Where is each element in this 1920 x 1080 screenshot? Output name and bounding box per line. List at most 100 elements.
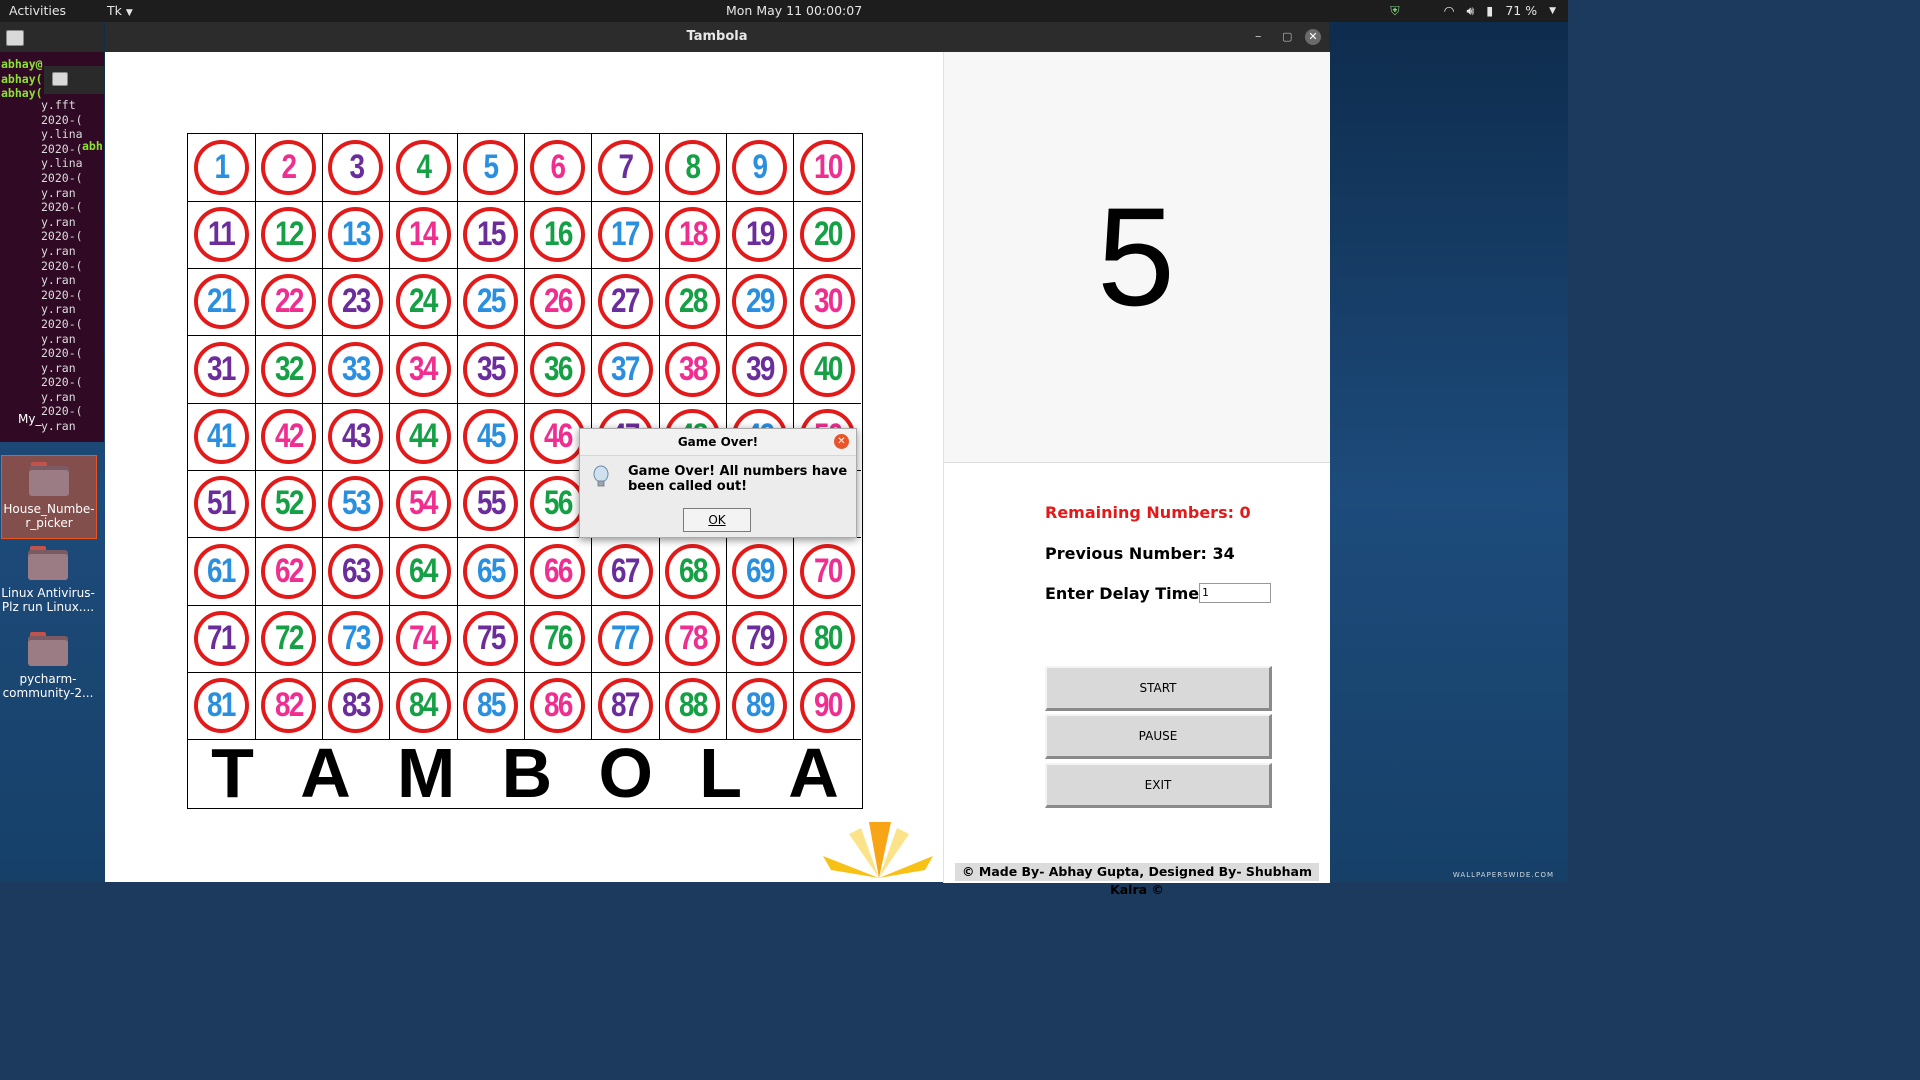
board-number: 74 — [409, 618, 438, 657]
board-cell: 83 — [322, 672, 391, 741]
terminal-output: y.fft 2020-(y.lina 2020-(y.lina 2020-(y.ran… — [41, 98, 83, 434]
new-tab-icon[interactable] — [52, 72, 68, 86]
board-cell: 36 — [524, 335, 593, 404]
desktop-icon-house-number-picker[interactable]: House_Numbe-r_picker — [1, 455, 97, 539]
terminal-line: 2020-( — [41, 112, 83, 127]
number-ring: 54 — [395, 476, 451, 532]
board-number: 24 — [409, 282, 438, 321]
board-cell: 74 — [389, 605, 458, 673]
number-ring: 85 — [463, 678, 519, 734]
board-cell: 29 — [726, 268, 795, 337]
board-number: 28 — [678, 282, 708, 321]
tambola-letter: O — [598, 734, 653, 812]
top-bar: Activities Tk ▼ Mon May 11 00:00:07 ⛨ ◠ … — [0, 0, 1568, 22]
board-number: 55 — [476, 484, 506, 523]
board-number: 43 — [342, 417, 371, 456]
number-ring: 44 — [395, 409, 451, 465]
number-ring: 83 — [328, 678, 384, 734]
board-cell: 71 — [188, 605, 256, 673]
terminal-window[interactable]: abhay@ abhay( abhay( y.fft 2020-(y.lina 20… — [0, 52, 104, 442]
system-tray[interactable]: ⛨ ◠ 🔊︎ ▮ 71 % ▼ — [1390, 0, 1556, 22]
board-number: 90 — [813, 686, 843, 725]
board-cell: 41 — [188, 403, 256, 471]
close-icon[interactable]: ✕ — [1305, 29, 1321, 45]
clock[interactable]: Mon May 11 00:00:07 — [726, 0, 862, 22]
number-ring: 21 — [193, 274, 249, 330]
board-number: 85 — [476, 686, 506, 725]
app-menu[interactable]: Tk ▼ — [107, 0, 133, 24]
board-cell: 86 — [524, 672, 593, 741]
activities-button[interactable]: Activities — [9, 0, 66, 22]
ok-button[interactable]: OK — [683, 508, 751, 532]
number-ring: 38 — [664, 341, 720, 397]
board-number: 89 — [745, 686, 775, 725]
board-number: 8 — [685, 147, 702, 186]
board-number: 12 — [274, 215, 304, 254]
terminal-prompt: abhay( — [1, 71, 43, 86]
board-cell: 26 — [524, 268, 593, 337]
board-cell: 11 — [188, 201, 256, 270]
terminal-side-text: abh — [82, 139, 103, 153]
board-number: 77 — [611, 618, 640, 657]
board-cell: 81 — [188, 672, 256, 741]
terminal-line: 2020-( — [41, 287, 83, 302]
board-cell: 13 — [322, 201, 391, 270]
board-number: 3 — [349, 147, 365, 186]
board-number: 11 — [208, 215, 236, 254]
number-ring: 19 — [732, 207, 788, 263]
number-ring: 81 — [193, 678, 249, 734]
board-number: 82 — [274, 686, 304, 725]
board-number: 5 — [483, 147, 500, 186]
board-cell: 67 — [591, 537, 660, 606]
board-number: 45 — [476, 417, 506, 456]
number-ring: 77 — [597, 610, 653, 666]
number-ring: 11 — [193, 207, 249, 263]
board-number: 62 — [274, 551, 304, 590]
board-cell: 27 — [591, 268, 660, 337]
start-button[interactable]: START — [1045, 666, 1272, 711]
board-cell: 8 — [659, 134, 727, 202]
minimize-icon[interactable]: – — [1255, 22, 1262, 52]
board-cell: 43 — [322, 403, 391, 471]
number-ring: 23 — [328, 274, 384, 330]
number-ring: 27 — [597, 274, 653, 330]
number-ring: 71 — [193, 610, 249, 666]
board-cell: 25 — [457, 268, 525, 337]
desktop-icon-linux-antivirus[interactable]: Linux Antivirus-Plz run Linux.... — [1, 546, 95, 616]
number-ring: 45 — [463, 409, 519, 465]
board-number: 44 — [409, 417, 438, 456]
terminal-line: y.lina — [41, 127, 83, 142]
number-ring: 46 — [530, 409, 586, 465]
window-titlebar[interactable]: Tambola – ▢ ✕ — [105, 22, 1329, 52]
previous-number-label: Previous Number: 34 — [1045, 544, 1235, 563]
maximize-icon[interactable]: ▢ — [1282, 22, 1292, 52]
desktop-icon-label: House_Numbe-r_picker — [3, 502, 95, 530]
number-ring: 31 — [193, 341, 249, 397]
desktop-icon-pycharm[interactable]: pycharm-community-2... — [1, 632, 95, 702]
starburst-decoration — [823, 822, 933, 878]
folder-icon — [29, 462, 69, 496]
delay-time-input[interactable]: 1 — [1199, 583, 1271, 603]
board-number: 30 — [813, 282, 843, 321]
dialog-close-icon[interactable]: ✕ — [834, 434, 849, 449]
pause-button[interactable]: PAUSE — [1045, 714, 1272, 759]
board-cell: 34 — [389, 335, 458, 404]
board-number: 2 — [281, 147, 298, 186]
wallpaper-watermark: WALLPAPERSWIDE.COM — [1452, 871, 1554, 879]
board-number: 64 — [409, 551, 438, 590]
board-cell: 84 — [389, 672, 458, 741]
board-number: 20 — [813, 215, 843, 254]
board-number: 87 — [611, 686, 640, 725]
board-cell: 5 — [457, 134, 525, 202]
dialog-message: Game Over! All numbers have been called … — [628, 464, 848, 494]
board-number: 26 — [544, 282, 573, 321]
board-number: 35 — [476, 349, 506, 388]
exit-button[interactable]: EXIT — [1045, 763, 1272, 808]
board-cell: 79 — [726, 605, 795, 673]
new-tab-icon[interactable] — [6, 30, 24, 46]
terminal-line: y.ran — [41, 360, 76, 375]
board-cell: 45 — [457, 403, 525, 471]
game-over-dialog: Game Over! ✕ Game Over! All numbers have… — [579, 428, 857, 538]
board-number: 66 — [544, 551, 573, 590]
number-ring: 62 — [261, 543, 317, 599]
